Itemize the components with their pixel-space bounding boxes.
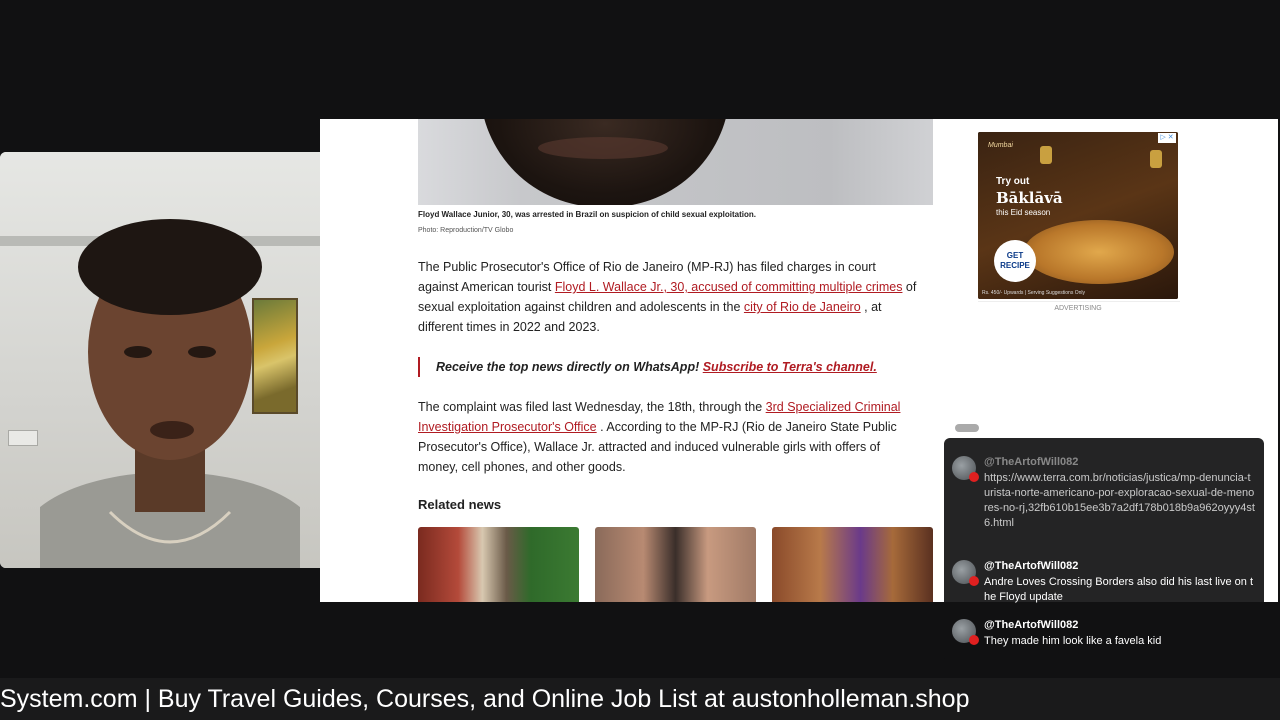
ticker-text: System.com | Buy Travel Guides, Courses,… xyxy=(0,685,970,713)
avatar xyxy=(952,619,979,645)
advertisement-banner[interactable]: Mumbai Try out Bāklāvā this Eid season G… xyxy=(978,132,1178,299)
chat-text: Andre Loves Crossing Borders also did hi… xyxy=(984,576,1254,603)
related-news-thumbnail[interactable] xyxy=(772,527,933,602)
article-paragraph: The complaint was filed last Wednesday, … xyxy=(418,397,918,477)
chat-author: @TheArtofWill082 xyxy=(984,560,1079,572)
chat-text: https://www.terra.com.br/noticias/justic… xyxy=(984,472,1255,529)
suspect-name-link[interactable]: Floyd L. Wallace Jr., 30, accused of com… xyxy=(555,280,903,294)
ad-close-icon[interactable]: ▷ ✕ xyxy=(1158,133,1176,143)
lantern-icon xyxy=(1150,150,1162,168)
news-article: Floyd Wallace Junior, 30, was arrested i… xyxy=(418,119,934,602)
photo-credit: Photo: Reproduction/TV Globo xyxy=(418,227,514,234)
ad-fine-print: Rs. 450/- Upwards | Serving Suggestions … xyxy=(982,290,1086,296)
avatar xyxy=(952,456,979,482)
stream-canvas: Floyd Wallace Junior, 30, was arrested i… xyxy=(0,0,1280,720)
whatsapp-callout: Receive the top news directly on WhatsAp… xyxy=(418,357,918,377)
chat-fade-indicator xyxy=(955,424,979,432)
youtube-badge-icon xyxy=(969,472,979,482)
ad-headline: Try out xyxy=(996,176,1030,187)
ad-subline: this Eid season xyxy=(996,208,1051,217)
whatsapp-callout-text: Receive the top news directly on WhatsAp… xyxy=(436,360,703,374)
related-news-thumbnail[interactable] xyxy=(418,527,579,602)
hero-photo-subject xyxy=(480,119,730,205)
city-link[interactable]: city of Rio de Janeiro xyxy=(744,300,861,314)
article-paragraph: The Public Prosecutor's Office of Rio de… xyxy=(418,257,918,337)
related-news-heading: Related news xyxy=(418,497,502,512)
related-news-thumbnail[interactable] xyxy=(595,527,756,602)
webcam-wall-outlet xyxy=(8,430,38,446)
ad-brand: Mumbai xyxy=(988,142,1013,149)
live-chat-overlay: @TheArtofWill082 https://www.terra.com.b… xyxy=(944,438,1264,662)
chat-author: @TheArtofWill082 xyxy=(984,456,1079,468)
chat-author: @TheArtofWill082 xyxy=(984,619,1079,631)
bottom-ticker: System.com | Buy Travel Guides, Courses,… xyxy=(0,678,1280,720)
ad-baklava-platter xyxy=(1024,220,1174,284)
hero-photo-detail xyxy=(538,137,668,159)
lantern-icon xyxy=(1040,146,1052,164)
paragraph-text: The complaint was filed last Wednesday, … xyxy=(418,400,766,414)
youtube-badge-icon xyxy=(969,635,979,645)
youtube-badge-icon xyxy=(969,576,979,586)
webcam-streamer xyxy=(40,219,300,568)
avatar xyxy=(952,560,979,586)
advertising-label: ADVERTISING xyxy=(1054,305,1102,312)
subscribe-channel-link[interactable]: Subscribe to Terra's channel. xyxy=(703,360,877,374)
webcam-feed xyxy=(0,152,320,568)
get-recipe-button[interactable]: GET RECIPE xyxy=(994,240,1036,282)
photo-caption: Floyd Wallace Junior, 30, was arrested i… xyxy=(418,210,757,219)
ad-product: Bāklāvā xyxy=(996,189,1063,207)
chat-text: They made him look like a favela kid xyxy=(984,635,1162,647)
article-hero-image xyxy=(418,119,933,205)
